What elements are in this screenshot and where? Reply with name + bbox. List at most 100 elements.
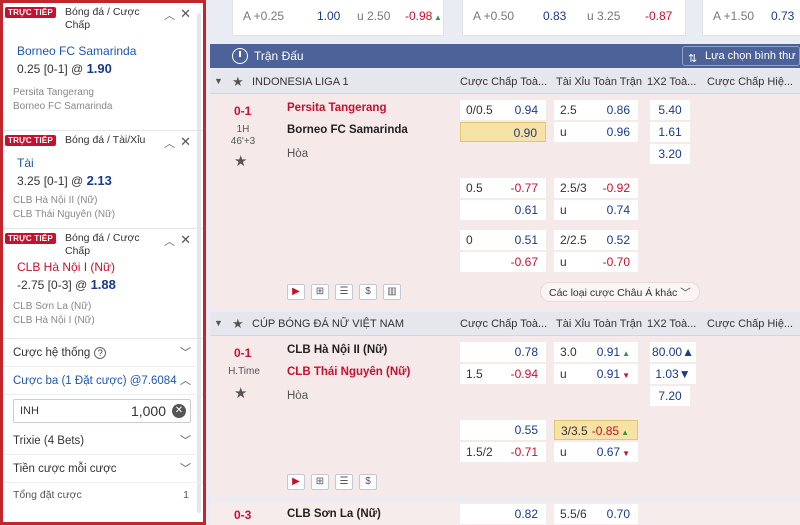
- arrow-up-icon: ▲: [621, 428, 629, 437]
- chevron-up-icon: ︿: [180, 375, 191, 387]
- col-handicap-half: Cược Chấp Hiệ...: [707, 318, 794, 330]
- away-team: CLB Thái Nguyên (Nữ): [287, 366, 411, 378]
- collapse-chevron-icon[interactable]: ︿: [164, 233, 175, 249]
- col-handicap: Cược Chấp Toà...: [460, 318, 548, 330]
- odds-cell[interactable]: 2.5/3 -0.92: [554, 178, 638, 198]
- star-icon[interactable]: ★: [232, 316, 244, 332]
- help-icon[interactable]: ?: [94, 347, 107, 359]
- bet-line: 0.25 [0-1] @ 1.90: [17, 61, 112, 76]
- live-badge: TRỰC TIẾP: [5, 135, 56, 146]
- odds-cell[interactable]: 1.5 -0.94: [460, 364, 546, 384]
- bet-type: Bóng đá / Cược Chấp: [65, 6, 140, 31]
- scoreboard-icon[interactable]: ☰: [335, 284, 353, 300]
- league-header-2[interactable]: ▼ ★ CÚP BÓNG ĐÁ NỮ VIỆT NAM Cược Chấp To…: [210, 312, 800, 336]
- odds-cell[interactable]: 0.61: [460, 200, 546, 220]
- close-icon[interactable]: ✕: [180, 134, 191, 150]
- bet-team-b: Borneo FC Samarinda: [13, 101, 113, 112]
- top-odds-label: A +0.50: [473, 9, 515, 23]
- star-icon[interactable]: ★: [232, 74, 244, 90]
- odds-cell[interactable]: u -0.70: [554, 252, 638, 272]
- clear-icon[interactable]: ✕: [172, 404, 186, 418]
- odds-cell[interactable]: 0.5 -0.77: [460, 178, 546, 198]
- draw-label: Hòa: [287, 148, 309, 160]
- home-team: CLB Hà Nội II (Nữ): [287, 344, 388, 356]
- top-odds-value[interactable]: 0.73: [771, 8, 794, 24]
- arrow-down-icon: ▼: [678, 367, 691, 381]
- odds-cell[interactable]: u 0.74: [554, 200, 638, 220]
- odds-cell[interactable]: u 0.96: [554, 122, 638, 142]
- stake-input[interactable]: INH 1,000 ✕: [13, 399, 191, 423]
- odds-cell[interactable]: 0.82: [460, 504, 546, 524]
- col-handicap: Cược Chấp Toà...: [460, 76, 548, 88]
- collapse-caret-icon[interactable]: ▼: [214, 318, 223, 328]
- odds-cell[interactable]: 0.55: [460, 420, 546, 440]
- odds-cell[interactable]: 5.40: [650, 100, 690, 120]
- favorite-star-icon[interactable]: ★: [234, 152, 247, 170]
- odds-cell[interactable]: 5.5/6 0.70: [554, 504, 638, 524]
- pitch-icon[interactable]: ⊞: [311, 284, 329, 300]
- live-stream-icon[interactable]: ▶: [287, 284, 305, 300]
- home-team: Persita Tangerang: [287, 102, 387, 114]
- odds-cell[interactable]: 2.5 0.86: [554, 100, 638, 120]
- odds-cell[interactable]: 3.20: [650, 144, 690, 164]
- odds-cell[interactable]: 2/2.5 0.52: [554, 230, 638, 250]
- odds-cell[interactable]: 3.0 0.91 ▲: [554, 342, 638, 362]
- odds-cell[interactable]: 0/0.5 0.94: [460, 100, 546, 120]
- top-odds-value[interactable]: 1.00: [317, 8, 340, 24]
- pitch-icon[interactable]: ⊞: [311, 474, 329, 490]
- system-bet-toggle[interactable]: Cược hệ thống? ﹀: [3, 339, 203, 367]
- odds-cell[interactable]: 1.03▼: [650, 364, 696, 384]
- away-team: Borneo FC Samarinda: [287, 124, 408, 136]
- match-table: Trận Đấu ⇅ Lựa chọn bình thư ▼ ★ INDONES…: [210, 44, 800, 525]
- match-row-2: 0-1 H.Time ★ CLB Hà Nội II (Nữ) CLB Thái…: [210, 336, 800, 498]
- bet-selection: Borneo FC Samarinda: [17, 44, 137, 58]
- odds-cell-selected[interactable]: 3/3.5 -0.85 ▲: [554, 420, 638, 440]
- collapse-chevron-icon[interactable]: ︿: [164, 7, 175, 23]
- league-name: CÚP BÓNG ĐÁ NỮ VIỆT NAM: [252, 318, 405, 330]
- odds-cell-selected[interactable]: 0.90: [460, 122, 546, 142]
- odds-cell[interactable]: u 0.67 ▼: [554, 442, 638, 462]
- scoreboard-icon[interactable]: ☰: [335, 474, 353, 490]
- arrow-down-icon: ▼: [622, 371, 630, 380]
- filter-dropdown[interactable]: ⇅ Lựa chọn bình thư: [682, 46, 800, 66]
- cashout-icon[interactable]: $: [359, 474, 377, 490]
- collapse-chevron-icon[interactable]: ︿: [164, 135, 175, 151]
- odds-cell[interactable]: 80.00▲: [650, 342, 696, 362]
- more-asian-bets[interactable]: Các loại cược Châu Á khác ﹀: [540, 282, 700, 302]
- match-score: 0-1: [234, 346, 252, 360]
- table-title-bar: Trận Đấu ⇅ Lựa chọn bình thư: [210, 44, 800, 68]
- odds-cell[interactable]: 0.78: [460, 342, 546, 362]
- odds-cell[interactable]: 7.20: [650, 386, 690, 406]
- top-odds-value[interactable]: 0.83: [543, 8, 566, 24]
- live-stream-icon[interactable]: ▶: [287, 474, 305, 490]
- total-stake-row: Tổng đặt cược 1: [3, 483, 203, 507]
- close-icon[interactable]: ✕: [180, 232, 191, 248]
- top-card-1: A +0.25 1.00 u 2.50 -0.98 ▲: [232, 0, 444, 36]
- chevron-down-icon: ﹀: [180, 463, 191, 475]
- favorite-star-icon[interactable]: ★: [234, 384, 247, 402]
- bet-odds: 1.90: [86, 61, 112, 76]
- odds-cell[interactable]: u 0.91 ▼: [554, 364, 638, 384]
- odds-cell[interactable]: 1.61: [650, 122, 690, 142]
- league-header-1[interactable]: ▼ ★ INDONESIA LIGA 1 Cược Chấp Toà... Tà…: [210, 70, 800, 94]
- col-handicap-half: Cược Chấp Hiệ...: [707, 76, 794, 88]
- top-card-3: A +1.50 0.73: [702, 0, 800, 36]
- triple-bet-toggle[interactable]: Cược ba (1 Đặt cược) @7.6084 ︿: [3, 367, 203, 395]
- stake-currency: INH: [20, 405, 39, 417]
- trixie-toggle[interactable]: Trixie (4 Bets) ﹀: [3, 427, 203, 455]
- top-odds-value[interactable]: -0.98: [405, 8, 432, 24]
- bet-slip: TRỰC TIẾP Bóng đá / Cược Chấp ︿ ✕ Borneo…: [0, 0, 206, 525]
- bet-type: Bóng đá / Tài/Xỉu: [65, 134, 146, 146]
- odds-cell[interactable]: -0.67: [460, 252, 546, 272]
- odds-cell[interactable]: 0 0.51: [460, 230, 546, 250]
- cashout-icon[interactable]: $: [359, 284, 377, 300]
- each-stake-toggle[interactable]: Tiền cược mỗi cược ﹀: [3, 455, 203, 483]
- arrow-up-icon: ▲: [434, 13, 442, 22]
- chevron-down-icon: ﹀: [180, 347, 191, 359]
- match-row-3: 0-3 CLB Sơn La (Nữ) 0.82 5.5/6 0.70: [210, 502, 800, 525]
- collapse-caret-icon[interactable]: ▼: [214, 76, 223, 86]
- close-icon[interactable]: ✕: [180, 6, 191, 22]
- top-odds-value[interactable]: -0.87: [645, 8, 672, 24]
- odds-cell[interactable]: 1.5/2 -0.71: [460, 442, 546, 462]
- stats-icon[interactable]: ▥: [383, 284, 401, 300]
